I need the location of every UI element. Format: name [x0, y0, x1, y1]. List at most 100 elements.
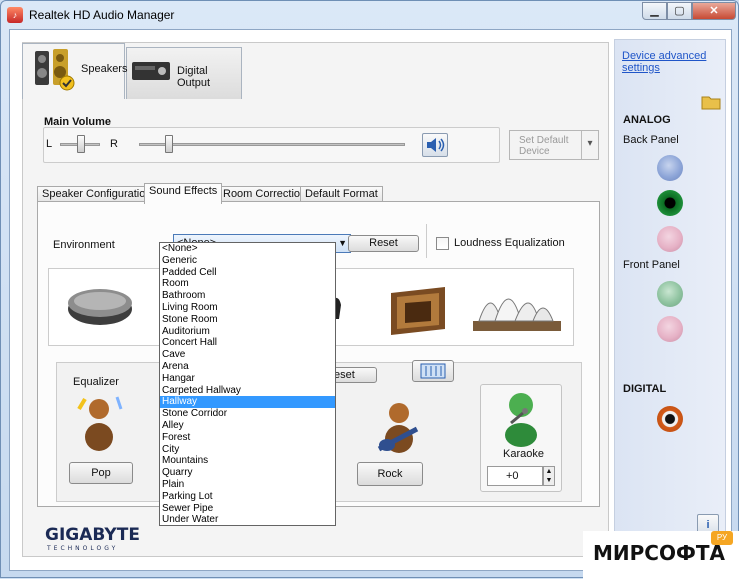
set-default-device-label: Set Default Device	[519, 135, 569, 157]
list-item[interactable]: Stone Corridor	[160, 408, 335, 420]
list-item[interactable]: City	[160, 444, 335, 456]
list-item[interactable]: Concert Hall	[160, 337, 335, 349]
back-panel-blue-jack[interactable]	[657, 155, 683, 181]
list-item[interactable]: Under Water	[160, 514, 335, 526]
device-advanced-settings-link[interactable]: Device advanced settings	[622, 50, 718, 74]
list-item[interactable]: Hangar	[160, 373, 335, 385]
list-item[interactable]: Quarry	[160, 467, 335, 479]
graphic-equalizer-button[interactable]	[412, 360, 454, 382]
balance-right-label: R	[110, 138, 118, 150]
front-panel-label: Front Panel	[623, 259, 680, 271]
equalizer-label: Equalizer	[73, 376, 119, 388]
chevron-down-icon: ▼	[338, 238, 347, 248]
tab-sound-effects[interactable]: Sound Effects	[144, 183, 223, 204]
main-volume-label: Main Volume	[44, 116, 112, 128]
rock-preset-label: Rock	[377, 468, 403, 480]
rock-preset-button[interactable]: Rock	[357, 462, 423, 486]
list-item[interactable]: Auditorium	[160, 326, 335, 338]
rock-guitarist-icon	[377, 403, 419, 453]
karaoke-value: +0	[506, 470, 519, 482]
pop-singer-icon	[77, 396, 123, 451]
pop-preset-label: Pop	[91, 467, 111, 479]
main-volume-group: Main Volume L R	[43, 116, 500, 163]
tab-sound-effects-label: Sound Effects	[149, 185, 218, 197]
list-item[interactable]: Room	[160, 278, 335, 290]
close-button[interactable]: ✕	[692, 2, 736, 20]
tab-speakers-label: Speakers	[81, 63, 128, 75]
divider	[426, 224, 427, 258]
list-item[interactable]: Cave	[160, 349, 335, 361]
list-item[interactable]: Generic	[160, 255, 335, 267]
tab-speakers[interactable]: Speakers	[22, 43, 128, 99]
list-item[interactable]: Mountains	[160, 455, 335, 467]
equalizer-icon	[420, 363, 446, 379]
karaoke-label: Karaoke	[503, 448, 544, 460]
watermark-badge: РУ	[711, 531, 733, 545]
set-default-device-button[interactable]: Set Default Device ▾	[509, 130, 599, 160]
maximize-button[interactable]: ▢	[667, 2, 692, 20]
tab-room-correction-label: Room Correction	[223, 188, 307, 200]
pop-preset-button[interactable]: Pop	[69, 462, 133, 484]
list-item[interactable]: Stone Room	[160, 314, 335, 326]
karaoke-stepper[interactable]: ▲ ▼	[543, 466, 555, 486]
list-item[interactable]: Forest	[160, 432, 335, 444]
connector-side-panel: Device advanced settings ANALOG Back Pan…	[614, 39, 726, 562]
list-item[interactable]: Parking Lot	[160, 491, 335, 503]
brand-subtitle: TECHNOLOGY	[47, 545, 119, 552]
padded-cell-image[interactable]	[63, 283, 137, 329]
environment-reset-label: Reset	[369, 237, 398, 249]
speakers-icon	[35, 49, 75, 91]
back-panel-label: Back Panel	[623, 134, 679, 146]
window-title: Realtek HD Audio Manager	[29, 8, 175, 22]
karaoke-singer-icon	[505, 393, 537, 447]
volume-track	[139, 143, 405, 146]
minimize-button[interactable]: ▁	[642, 2, 667, 20]
folder-icon[interactable]	[701, 94, 721, 110]
list-item-highlighted[interactable]: Hallway	[160, 396, 335, 409]
equalizer-reset-label: eset	[334, 369, 355, 381]
list-item[interactable]: Padded Cell	[160, 267, 335, 279]
tab-digital-output[interactable]: Digital Output	[126, 47, 242, 99]
tab-speaker-configuration-label: Speaker Configuration	[42, 188, 152, 200]
environment-reset-button[interactable]: Reset	[348, 235, 419, 252]
digital-spdif-jack[interactable]	[657, 406, 683, 432]
list-item[interactable]: Plain	[160, 479, 335, 491]
back-panel-pink-jack[interactable]	[657, 226, 683, 252]
list-item[interactable]: <None>	[160, 243, 335, 255]
watermark: МИРСОФТА РУ	[583, 531, 739, 579]
tab-digital-output-label: Digital Output	[177, 65, 211, 89]
info-icon: i	[706, 519, 710, 531]
loudness-equalization-checkbox[interactable]	[436, 237, 449, 250]
balance-left-label: L	[46, 138, 53, 150]
list-item[interactable]: Sewer Pipe	[160, 503, 335, 515]
front-panel-green-jack[interactable]	[657, 281, 683, 307]
title-bar: ♪ Realtek HD Audio Manager ▁ ▢ ✕	[1, 1, 738, 29]
gigabyte-logo: GIGABYTE TECHNOLOGY	[45, 525, 140, 552]
karaoke-group: Karaoke +0 ▲ ▼	[480, 384, 562, 492]
client-area: Speakers Digital Output Main Volume L R	[9, 29, 732, 571]
tab-default-format-label: Default Format	[305, 188, 378, 200]
digital-heading: DIGITAL	[623, 383, 667, 395]
chevron-down-icon[interactable]: ▾	[581, 131, 598, 159]
opera-house-image[interactable]	[469, 277, 565, 337]
list-item[interactable]: Bathroom	[160, 290, 335, 302]
digital-output-icon	[132, 62, 170, 80]
volume-icon	[427, 138, 445, 152]
list-item[interactable]: Alley	[160, 420, 335, 432]
list-item[interactable]: Living Room	[160, 302, 335, 314]
environment-label: Environment	[53, 239, 115, 251]
front-panel-pink-jack[interactable]	[657, 316, 683, 342]
environment-dropdown-list: <None> Generic Padded Cell Room Bathroom…	[159, 242, 336, 526]
volume-slider[interactable]	[165, 135, 173, 153]
room-image[interactable]	[383, 277, 453, 339]
back-panel-green-jack[interactable]	[657, 190, 683, 216]
list-item[interactable]: Arena	[160, 361, 335, 373]
loudness-equalization-label: Loudness Equalization	[454, 237, 565, 249]
list-item[interactable]: Carpeted Hallway	[160, 385, 335, 397]
karaoke-value-field[interactable]: +0	[487, 466, 543, 486]
watermark-text: МИРСОФТА	[593, 541, 725, 565]
brand-name: GIGABYTE	[45, 525, 140, 545]
mute-button[interactable]	[422, 133, 448, 157]
balance-slider[interactable]	[77, 135, 85, 153]
app-window: ♪ Realtek HD Audio Manager ▁ ▢ ✕ Speaker…	[0, 0, 739, 579]
